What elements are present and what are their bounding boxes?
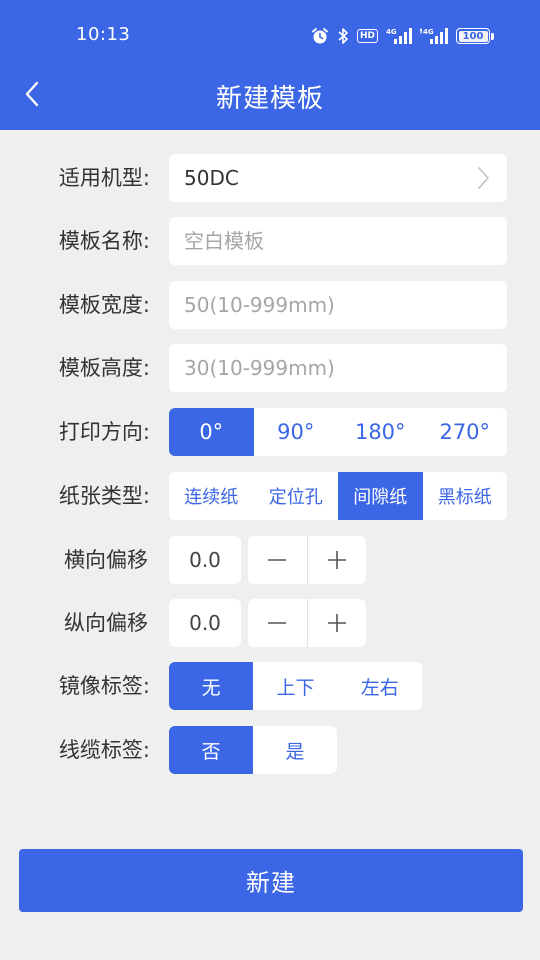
hd-voice-icon: HD	[356, 29, 378, 43]
signal-4g-secondary-icon: 4G	[420, 27, 448, 45]
width-input[interactable]	[184, 293, 507, 317]
cable-option-yes[interactable]: 是	[253, 726, 337, 774]
status-icons: HD 4G 4G 100	[311, 24, 494, 48]
horizontal-offset-stepper	[248, 536, 366, 584]
chevron-right-icon	[478, 167, 489, 189]
status-time: 10:13	[76, 24, 131, 45]
plus-icon	[327, 551, 346, 569]
paper-type-row: 纸张类型: 连续纸 定位孔 间隙纸 黑标纸	[0, 472, 540, 520]
svg-text:4G: 4G	[386, 28, 397, 36]
vertical-offset-value[interactable]: 0.0	[169, 599, 241, 647]
paper-option-black-mark[interactable]: 黑标纸	[423, 472, 508, 520]
minus-icon	[268, 622, 287, 624]
direction-option-0[interactable]: 0°	[169, 408, 254, 456]
mirror-label-label: 镜像标签:	[58, 674, 150, 698]
vertical-offset-label: 纵向偏移	[64, 611, 148, 635]
height-input[interactable]	[184, 356, 507, 380]
horizontal-offset-increment-button[interactable]	[307, 536, 366, 584]
cable-option-no[interactable]: 否	[169, 726, 253, 774]
status-bar: 10:13 HD 4G 4G 100	[0, 0, 540, 72]
horizontal-offset-value[interactable]: 0.0	[169, 536, 241, 584]
cable-label-label: 线缆标签:	[58, 738, 150, 762]
cable-label-segmented-control: 否 是	[169, 726, 337, 774]
create-button[interactable]: 新建	[19, 849, 523, 912]
mirror-option-none[interactable]: 无	[169, 662, 254, 710]
title-bar: 新建模板	[0, 72, 540, 118]
mirror-option-vertical[interactable]: 上下	[253, 662, 337, 710]
paper-option-continuous[interactable]: 连续纸	[169, 472, 254, 520]
horizontal-offset-label: 横向偏移	[64, 548, 148, 572]
direction-option-180[interactable]: 180°	[338, 408, 423, 456]
vertical-offset-increment-button[interactable]	[307, 599, 366, 647]
app-header: 10:13 HD 4G 4G 100 新建模板	[0, 0, 540, 130]
height-label: 模板高度:	[58, 356, 150, 380]
alarm-icon	[311, 27, 329, 45]
horizontal-offset-row: 横向偏移 0.0	[0, 536, 540, 584]
vertical-offset-decrement-button[interactable]	[248, 599, 307, 647]
mirror-option-horizontal[interactable]: 左右	[338, 662, 422, 710]
print-direction-row: 打印方向: 0° 90° 180° 270°	[0, 408, 540, 456]
paper-type-segmented-control: 连续纸 定位孔 间隙纸 黑标纸	[169, 472, 507, 520]
height-row: 模板高度:	[0, 344, 540, 392]
model-label: 适用机型:	[58, 166, 150, 190]
vertical-offset-row: 纵向偏移 0.0	[0, 599, 540, 647]
print-direction-segmented-control: 0° 90° 180° 270°	[169, 408, 507, 456]
name-label: 模板名称:	[58, 229, 150, 253]
print-direction-label: 打印方向:	[58, 420, 150, 444]
model-row: 适用机型: 50DC	[0, 154, 540, 202]
horizontal-offset-decrement-button[interactable]	[248, 536, 307, 584]
name-row: 模板名称:	[0, 217, 540, 265]
bluetooth-icon	[337, 27, 349, 45]
paper-type-label: 纸张类型:	[58, 484, 150, 508]
svg-text:4G: 4G	[423, 28, 434, 36]
width-field-box	[169, 281, 507, 329]
page-title: 新建模板	[215, 84, 324, 114]
direction-option-270[interactable]: 270°	[423, 408, 508, 456]
name-input[interactable]	[184, 229, 507, 253]
cable-label-row: 线缆标签: 否 是	[0, 726, 540, 774]
minus-icon	[268, 559, 287, 561]
direction-option-90[interactable]: 90°	[254, 408, 339, 456]
height-field-box	[169, 344, 507, 392]
signal-4g-icon: 4G	[386, 27, 412, 45]
width-label: 模板宽度:	[58, 293, 150, 317]
vertical-offset-stepper	[248, 599, 366, 647]
model-selector[interactable]: 50DC	[169, 154, 507, 202]
model-value: 50DC	[184, 166, 239, 190]
mirror-label-row: 镜像标签: 无 上下 左右	[0, 662, 540, 710]
plus-icon	[327, 614, 346, 632]
paper-option-gap[interactable]: 间隙纸	[338, 472, 423, 520]
paper-option-hole[interactable]: 定位孔	[254, 472, 339, 520]
battery-level: 100	[462, 30, 484, 42]
name-field-box	[169, 217, 507, 265]
mirror-label-segmented-control: 无 上下 左右	[169, 662, 422, 710]
battery-icon: 100	[456, 28, 494, 44]
width-row: 模板宽度:	[0, 281, 540, 329]
